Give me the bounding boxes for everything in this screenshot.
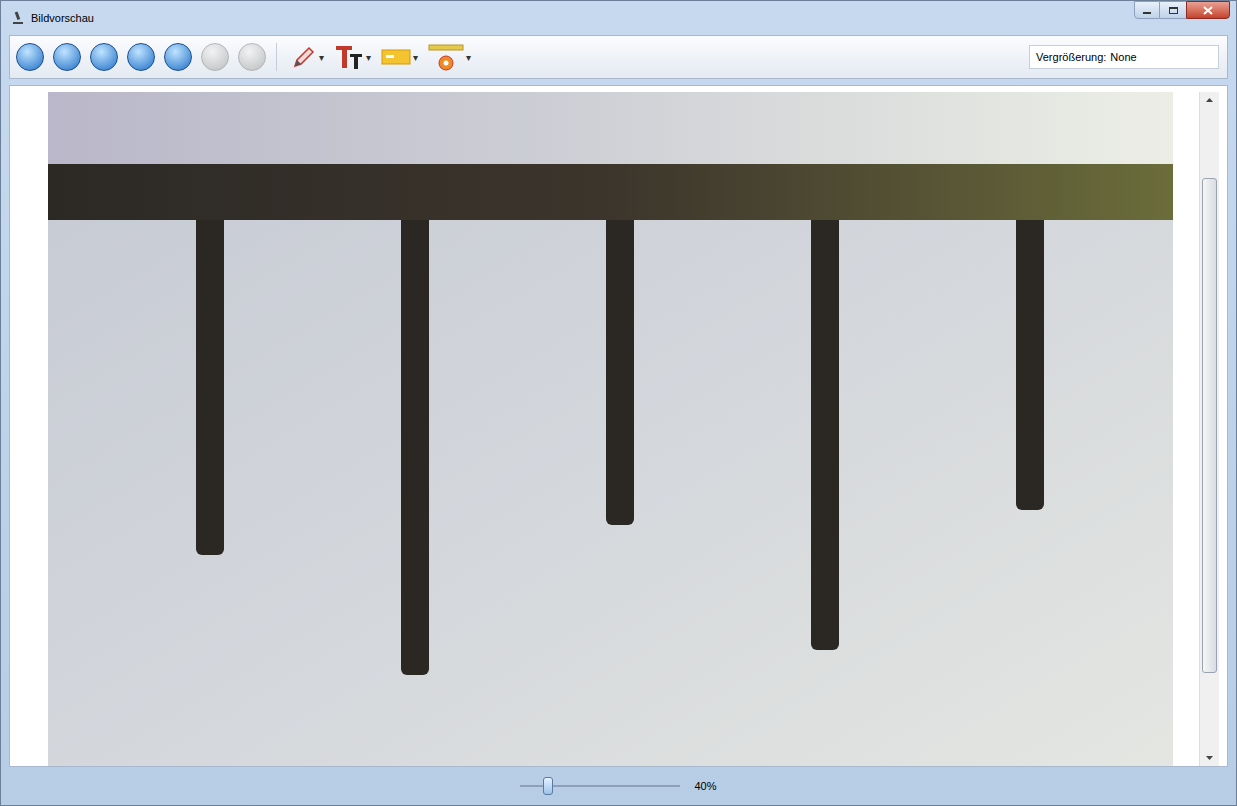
text-tool-icon xyxy=(334,43,364,71)
tool-button[interactable]: ▾ xyxy=(291,44,324,70)
toolbar-button[interactable] xyxy=(238,43,266,71)
magnification-value: None xyxy=(1110,49,1136,66)
measure-tool-icon xyxy=(428,42,464,72)
close-button[interactable] xyxy=(1186,1,1230,19)
toolbar-button[interactable] xyxy=(53,43,81,71)
minimize-icon xyxy=(1143,12,1151,14)
dropdown-arrow[interactable]: ▾ xyxy=(466,50,471,65)
toolbar-button[interactable] xyxy=(164,43,192,71)
window-title: Bildvorschau xyxy=(31,10,94,27)
dropdown-arrow[interactable]: ▾ xyxy=(413,50,418,65)
pencil-icon xyxy=(291,44,317,70)
photo xyxy=(48,92,1173,766)
toolbar-button[interactable] xyxy=(201,43,229,71)
dropdown-arrow[interactable]: ▾ xyxy=(319,50,324,65)
window: Bildvorschau ▾ ▾ ▾ ▾ Vergrößerung:None 40% xyxy=(0,0,1237,806)
status-bar: 40% xyxy=(1,767,1236,805)
maximize-button[interactable] xyxy=(1160,1,1186,19)
toolbar-button[interactable] xyxy=(90,43,118,71)
minimize-button[interactable] xyxy=(1134,1,1160,19)
close-icon xyxy=(1203,6,1213,15)
toolbar-button[interactable] xyxy=(16,43,44,71)
tool-button[interactable]: ▾ xyxy=(381,47,418,67)
zoom-slider-thumb[interactable] xyxy=(543,777,553,795)
dropdown-arrow[interactable]: ▾ xyxy=(366,50,371,65)
toolbar: ▾ ▾ ▾ ▾ Vergrößerung:None xyxy=(9,35,1228,79)
maximize-icon xyxy=(1169,7,1178,14)
rectangle-tool-icon xyxy=(381,47,411,67)
zoom-reading: 40% xyxy=(694,778,716,795)
title-bar: Bildvorschau xyxy=(1,1,1236,35)
toolbar-button[interactable] xyxy=(127,43,155,71)
scroll-thumb[interactable] xyxy=(1202,178,1217,673)
microscope-icon xyxy=(11,11,25,25)
magnification: Vergrößerung:None xyxy=(1029,45,1219,70)
scroll-down-icon[interactable] xyxy=(1206,756,1213,760)
window-controls xyxy=(1134,1,1230,19)
tool-button[interactable]: ▾ xyxy=(428,42,471,72)
tool-button[interactable]: ▾ xyxy=(334,43,371,71)
scroll-up-icon[interactable] xyxy=(1206,98,1213,102)
vertical-scrollbar[interactable] xyxy=(1199,92,1219,766)
preview-panel xyxy=(9,85,1228,767)
magnification-label: Vergrößerung: xyxy=(1036,49,1106,66)
zoom-slider[interactable] xyxy=(520,776,680,796)
